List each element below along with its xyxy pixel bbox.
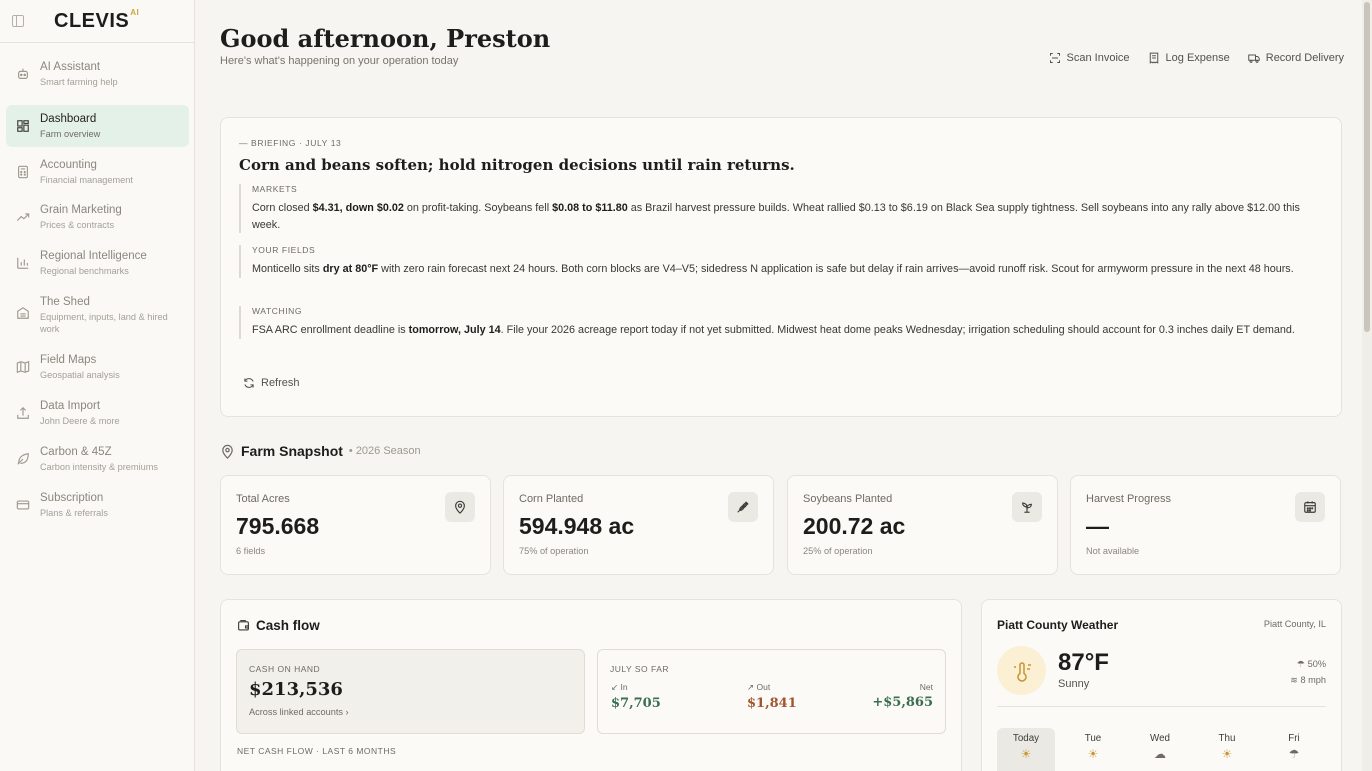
sun-icon: ☀ [1087, 747, 1099, 761]
forecast-day-thu[interactable]: Thu ☀ [1198, 728, 1256, 771]
rain-icon: ☂ [1288, 747, 1300, 761]
wheat-icon [728, 492, 758, 522]
forecast-day-fri[interactable]: Fri ☂ [1265, 728, 1323, 771]
wind-speed: ≋ 8 mph [1290, 675, 1326, 685]
sidebar-item-the-shed[interactable]: The Shed Equipment, inputs, land & hired… [6, 288, 189, 338]
briefing-watching: WATCHING FSA ARC enrollment deadline is … [239, 306, 1329, 339]
forecast-day-tue[interactable]: Tue ☀ [1064, 728, 1122, 771]
arrow-down-left-icon: ↙ [611, 682, 619, 692]
leaf-icon [17, 453, 29, 465]
scrollbar-thumb[interactable] [1364, 2, 1370, 332]
cloud-icon: ☁ [1154, 747, 1166, 761]
wallet-icon [238, 620, 249, 631]
scan-icon [1049, 53, 1060, 63]
truck-icon [1248, 54, 1260, 63]
sidebar-header: CLEVISAI [0, 0, 194, 43]
precip-chance: ☂ 50% [1296, 659, 1326, 669]
thermometer-sun-icon [997, 646, 1046, 695]
page-subtitle: Here's what's happening on your operatio… [220, 55, 459, 67]
cash-flow-title: Cash flow [256, 618, 320, 633]
weather-card: Piatt County Weather Piatt County, IL 87… [981, 599, 1342, 771]
briefing-markets: MARKETS Corn closed $4.31, down $0.02 on… [239, 184, 1329, 233]
droplet-icon: ☂ [1296, 659, 1306, 669]
briefing-title: Corn and beans soften; hold nitrogen dec… [239, 156, 795, 174]
cash-out: ↗ Out $1,841 [747, 682, 797, 711]
dashboard-icon [17, 120, 29, 132]
forecast-day-today[interactable]: Today ☀ [997, 728, 1055, 771]
record-delivery-button[interactable]: Record Delivery [1248, 52, 1344, 64]
main-content: Good afternoon, Preston Here's what's ha… [196, 0, 1362, 771]
stat-card-total-acres[interactable]: Total Acres 795.668 6 fields [220, 475, 491, 575]
upload-icon [17, 406, 29, 419]
refresh-icon [244, 378, 254, 388]
wind-icon: ≋ [1290, 675, 1298, 685]
sidebar-item-dashboard[interactable]: Dashboard Farm overview [6, 105, 189, 147]
page-scrollbar[interactable] [1362, 0, 1372, 771]
sun-icon: ☀ [1020, 747, 1032, 761]
current-temp: 87°F [1058, 649, 1109, 676]
refresh-briefing-button[interactable]: Refresh [243, 377, 300, 389]
arrow-up-right-icon: ↗ [747, 682, 755, 692]
trend-icon [16, 213, 30, 221]
sprout-icon [1012, 492, 1042, 522]
current-condition: Sunny [1058, 678, 1090, 690]
cash-on-hand-panel: CASH ON HAND $213,536 Across linked acco… [236, 649, 585, 734]
card-icon [16, 500, 30, 510]
app-logo[interactable]: CLEVISAI [54, 8, 139, 33]
sidebar-item-carbon-45z[interactable]: Carbon & 45Z Carbon intensity & premiums [6, 438, 189, 480]
receipt-icon [1149, 52, 1158, 64]
sun-icon: ☀ [1221, 747, 1233, 761]
sidebar-item-data-import[interactable]: Data Import John Deere & more [6, 392, 189, 434]
stat-card-corn-planted[interactable]: Corn Planted 594.948 ac 75% of operation [503, 475, 774, 575]
stat-card-soybeans-planted[interactable]: Soybeans Planted 200.72 ac 25% of operat… [787, 475, 1058, 575]
page-title: Good afternoon, Preston [220, 24, 551, 53]
july-so-far-panel: JULY SO FAR ↙ In $7,705 ↗ Out $1,841 Net… [597, 649, 946, 734]
sidebar-item-regional-intelligence[interactable]: Regional Intelligence Regional benchmark… [6, 242, 189, 284]
weather-title: Piatt County Weather [997, 618, 1119, 632]
warehouse-icon [17, 307, 29, 319]
cash-in: ↙ In $7,705 [611, 682, 661, 711]
linked-accounts-link[interactable]: Across linked accounts › [249, 707, 349, 717]
cash-on-hand-value: $213,536 [249, 679, 343, 700]
sidebar-toggle-icon[interactable] [12, 15, 24, 27]
calculator-icon [18, 165, 28, 179]
log-expense-button[interactable]: Log Expense [1148, 52, 1230, 64]
quick-actions: Scan Invoice Log Expense Record Delivery [1049, 52, 1344, 64]
sidebar: CLEVISAI AI Assistant Smart farming help… [0, 0, 195, 771]
sidebar-item-ai-assistant[interactable]: AI Assistant Smart farming help [6, 53, 189, 95]
map-icon [16, 360, 30, 374]
cash-flow-card: Cash flow CASH ON HAND $213,536 Across l… [220, 599, 962, 771]
chevron-right-icon: › [345, 707, 349, 717]
daily-briefing-card: — BRIEFING · JULY 13 Corn and beans soft… [220, 117, 1342, 417]
briefing-tag: — BRIEFING · JULY 13 [239, 138, 342, 148]
weather-location: Piatt County, IL [1263, 619, 1326, 629]
bar-chart-icon [17, 257, 29, 269]
sidebar-item-accounting[interactable]: Accounting Financial management [6, 151, 189, 193]
net-cash-flow-label: NET CASH FLOW · LAST 6 MONTHS [237, 746, 397, 756]
briefing-your-fields: YOUR FIELDS Monticello sits dry at 80°F … [239, 245, 1329, 278]
sidebar-item-grain-marketing[interactable]: Grain Marketing Prices & contracts [6, 196, 189, 238]
cash-net: Net +$5,865 [872, 682, 933, 710]
sidebar-item-field-maps[interactable]: Field Maps Geospatial analysis [6, 346, 189, 388]
forecast-day-wed[interactable]: Wed ☁ [1131, 728, 1189, 771]
stat-card-harvest-progress[interactable]: Harvest Progress — Not available [1070, 475, 1341, 575]
location-pin-icon [445, 492, 475, 522]
bot-icon [18, 68, 28, 79]
scan-invoice-button[interactable]: Scan Invoice [1049, 52, 1130, 64]
farm-snapshot-header: Farm Snapshot • 2026 Season [220, 443, 421, 459]
location-pin-icon [222, 444, 233, 459]
calendar-icon [1295, 492, 1325, 522]
sidebar-item-subscription[interactable]: Subscription Plans & referrals [6, 484, 189, 526]
